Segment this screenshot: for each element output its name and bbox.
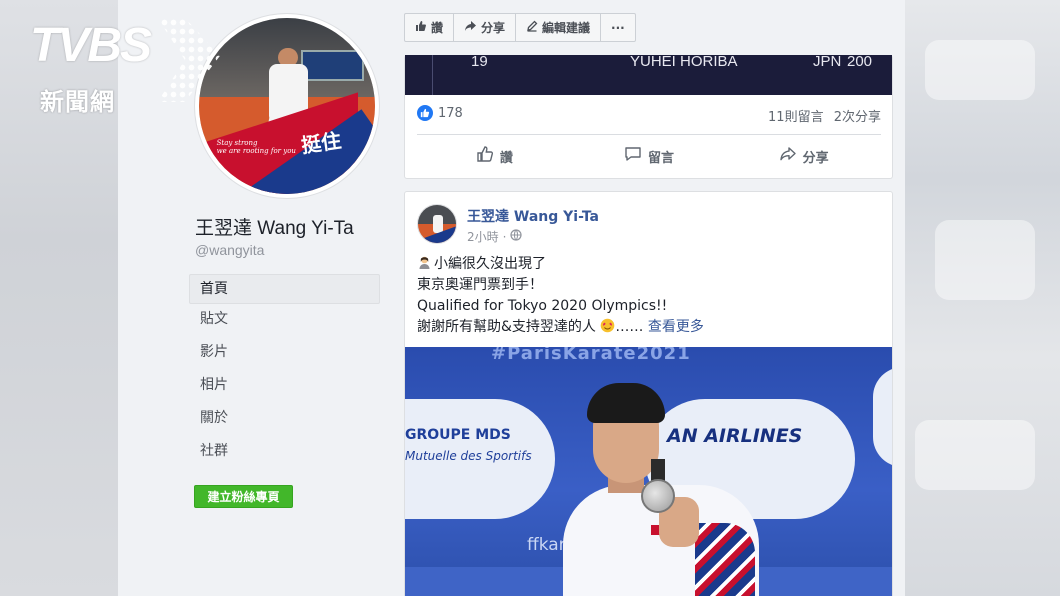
post-share-button[interactable]: 分享 [726,141,881,171]
profile-avatar[interactable]: Stay strong we are rooting for you 挺住 [195,14,379,198]
globe-icon[interactable] [510,229,523,244]
comment-bubble-icon [624,145,642,167]
avatar-caption-en: Stay strong we are rooting for you [216,139,296,156]
rank-number: 19 [471,53,488,70]
edit-suggest-button[interactable]: 編輯建議 [516,14,602,41]
post-author-name[interactable]: 王翌達 Wang Yi-Ta [467,206,599,226]
avatar-caption-zh: 挺住 [299,128,343,158]
post-line: Qualified for Tokyo 2020 Olympics!! [417,298,668,314]
nav-item-photos[interactable]: 相片 [189,370,380,403]
like-reaction-icon [417,105,433,121]
sponsor-airlines-text: AN AIRLINES [667,425,803,447]
share-arrow-outline-icon [779,145,797,167]
comment-count[interactable]: 11則留言 [768,110,824,125]
athlete-jacket-stripe [695,523,755,596]
post-action-bar: 讚 留言 分享 [417,141,881,171]
nav-item-community[interactable]: 社群 [189,436,380,469]
blurred-shape [915,420,1035,490]
page-share-label: 分享 [481,21,506,35]
create-page-button[interactable]: 建立粉絲專頁 [194,485,293,508]
thumbs-up-outline-icon [476,145,494,167]
page-like-button[interactable]: 讚 [405,14,455,41]
previous-post-card: 19 YUHEI HORIBA JPN 200 178 11則留言 2次分享 讚… [404,53,893,179]
page-share-button[interactable]: 分享 [454,14,517,41]
post-line-text: 小編很久沒出現了 [434,256,546,272]
ranking-table-image: 19 YUHEI HORIBA JPN 200 [405,53,892,95]
blurred-shape [925,40,1035,100]
post-comment-button[interactable]: 留言 [572,141,727,171]
page-action-toolbar: 讚 分享 編輯建議 ··· [404,13,636,42]
see-more-link[interactable]: 查看更多 [648,319,704,335]
sponsor-groupe-text: GROUPE MDS [405,427,511,443]
reaction-bar: 178 11則留言 2次分享 [417,103,881,135]
photo-hashtag: #ParisKarate2021 [491,347,691,364]
blurred-shape [935,220,1035,300]
sponsor-mutuelle-text: Mutuelle des Sportifs [405,449,532,463]
nav-item-home[interactable]: 首頁 [189,274,380,304]
like-count[interactable]: 178 [438,106,463,121]
nav-item-videos[interactable]: 影片 [189,337,380,370]
post-photo[interactable]: #ParisKarate2021 GROUPE MDS Mutuelle des… [405,347,892,596]
athlete-country: JPN [813,53,842,70]
tvbs-logo-text: TVBS [30,19,152,72]
share-arrow-icon [464,20,477,35]
post-share-label: 分享 [802,150,829,166]
nav-item-posts[interactable]: 貼文 [189,304,380,337]
blurred-backdrop-right [905,0,1060,596]
heart-eyes-emoji-icon [600,318,615,333]
sponsor-ffk-text: ffkar [527,535,566,555]
post-body: 小編很久沒出現了 東京奧運門票到手！ Qualified for Tokyo 2… [417,254,882,338]
athlete-points: 200 [847,53,873,70]
post-line-text: 謝謝所有幫助&支持翌達的人 [417,319,596,335]
post-card: 王翌達 Wang Yi-Ta 2小時 · 小編很久沒出現了 東京奧運門票到手！ … [404,191,893,596]
engagement-stats: 11則留言 2次分享 [768,106,881,125]
more-options-button[interactable]: ··· [601,14,635,41]
post-comment-label: 留言 [648,150,675,166]
tvbs-logo-subtitle: 新聞網 [40,88,115,116]
post-like-label: 讚 [499,150,513,166]
thumbs-up-icon [415,20,427,35]
athlete-name: YUHEI HORIBA [630,53,738,70]
pencil-icon [526,20,538,35]
page-like-label: 讚 [431,21,444,35]
table-divider [432,55,433,95]
share-count[interactable]: 2次分享 [834,110,881,125]
woman-raising-hand-icon [417,255,432,270]
edit-suggest-label: 編輯建議 [542,21,591,35]
post-timestamp[interactable]: 2小時 [467,228,499,245]
post-ellipsis: …… [615,319,644,335]
post-line: 東京奧運門票到手！ [417,277,543,293]
profile-handle[interactable]: @wangyita [195,242,264,258]
post-like-button[interactable]: 讚 [417,141,572,171]
tvbs-logo: TVBS 新聞網 [30,18,220,118]
medal-icon [641,479,675,513]
post-meta: 2小時 · [467,228,523,245]
dot-separator: · [502,229,507,244]
post-line: 謝謝所有幫助&支持翌達的人 …… 查看更多 [417,317,882,338]
avatar-scoreboard [301,49,365,82]
post-author-avatar[interactable] [417,204,457,244]
nav-item-about[interactable]: 關於 [189,403,380,436]
profile-name[interactable]: 王翌達 Wang Yi-Ta [195,213,354,240]
post-line: 小編很久沒出現了 [417,254,882,275]
avatar-image: Stay strong we are rooting for you 挺住 [199,18,375,194]
tvbs-dots-icon [157,18,220,102]
page-nav: 首頁 貼文 影片 相片 關於 社群 [189,274,380,469]
